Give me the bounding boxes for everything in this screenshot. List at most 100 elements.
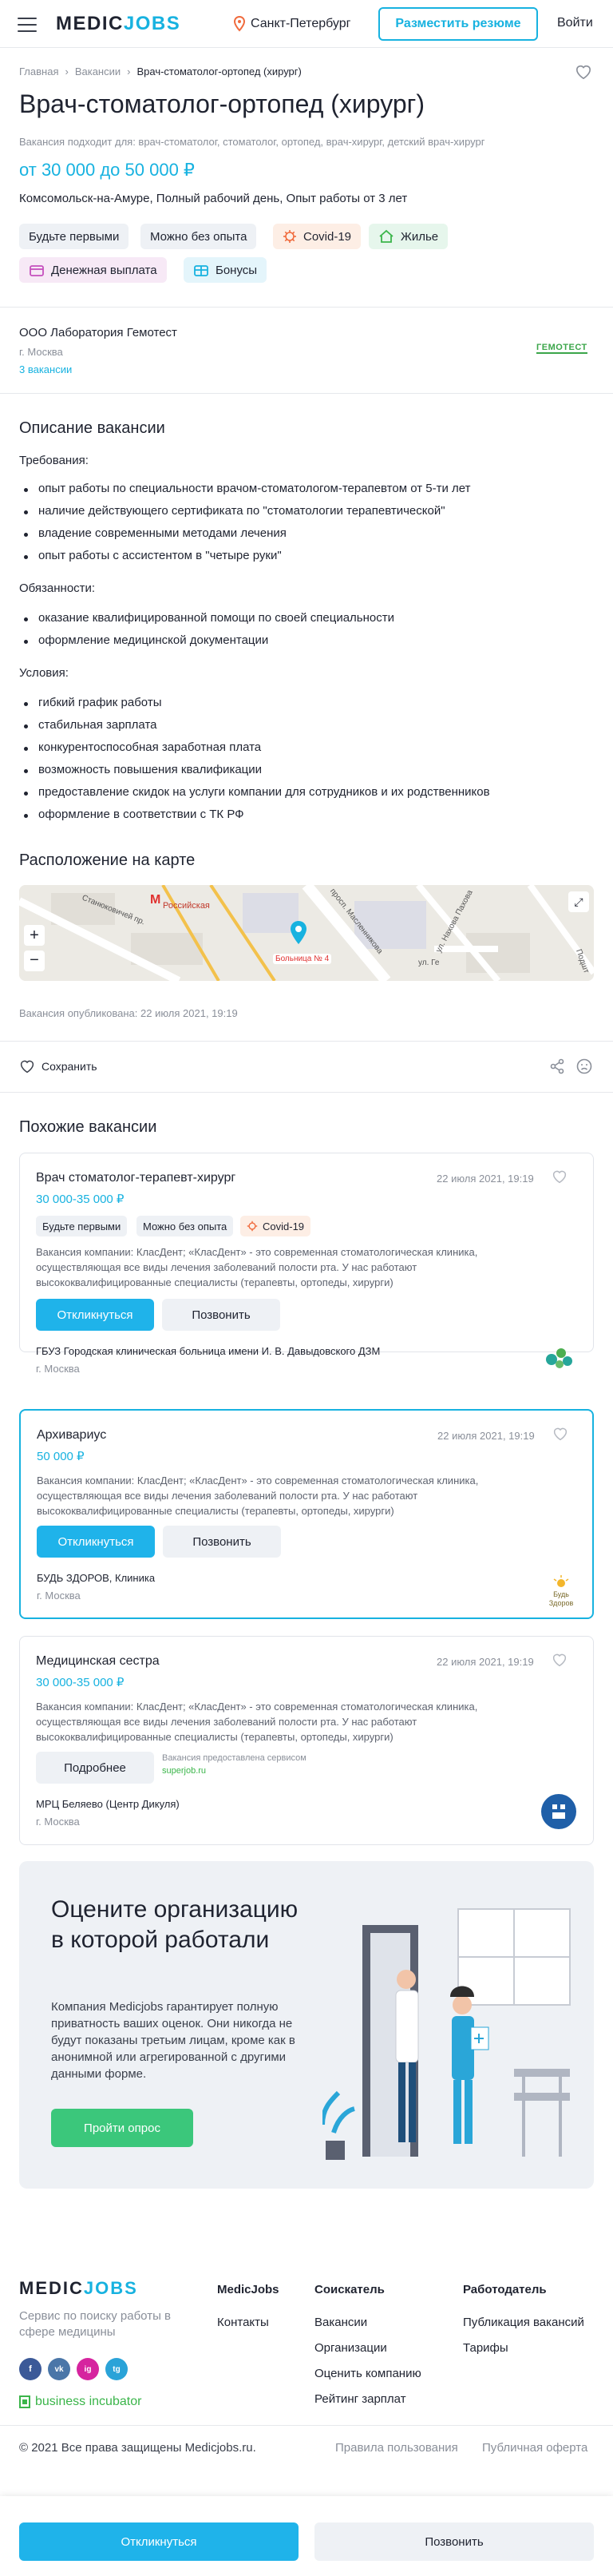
tag-label: Бонусы: [216, 263, 258, 277]
footer-link[interactable]: Контакты: [217, 2315, 279, 2340]
footer-col-employer: Работодатель Публикация вакансий Тарифы: [463, 2283, 584, 2366]
card-city: г. Москва: [36, 1363, 80, 1375]
site-header: MEDICJOBS Санкт-Петербург Разместить рез…: [0, 0, 613, 48]
card-title[interactable]: Архивариус: [37, 1428, 106, 1443]
breadcrumb-home[interactable]: Главная: [19, 65, 58, 77]
vacancy-card[interactable]: Врач стоматолог-терапевт-хирург 22 июля …: [19, 1153, 594, 1375]
breadcrumb-vacancies[interactable]: Вакансии: [75, 65, 121, 77]
footer-logo-part1: MEDIC: [19, 2278, 84, 2298]
card-tag: Будьте первыми: [36, 1216, 128, 1236]
card-description: Вакансия компании: КласДент; «КласДент» …: [36, 1246, 478, 1288]
footer-logo[interactable]: MEDICJOBS: [19, 2278, 138, 2299]
company-vacancies-link[interactable]: 3 вакансии: [19, 363, 72, 375]
heart-icon[interactable]: [575, 64, 592, 80]
logo-part1: MEDIC: [56, 13, 124, 34]
footer-col-medicjobs: MedicJobs Контакты: [217, 2283, 279, 2340]
card-salary: 50 000 ₽: [37, 1450, 85, 1463]
divider: [0, 307, 613, 308]
heart-icon[interactable]: [552, 1169, 568, 1184]
promo-text: Компания Medicjobs гарантирует полную пр…: [51, 2000, 295, 2081]
vacancy-card[interactable]: Архивариус 22 июля 2021, 19:19 50 000 ₽ …: [19, 1409, 594, 1619]
city-selector[interactable]: Санкт-Петербург: [233, 16, 350, 32]
footer-link[interactable]: Организации: [314, 2340, 421, 2366]
card-date: 22 июля 2021, 19:19: [437, 1656, 534, 1668]
footer-col-title: Работодатель: [463, 2283, 547, 2296]
card-org[interactable]: БУДЬ ЗДОРОВ, Клиника: [37, 1572, 155, 1584]
footer-link[interactable]: Публикация вакансий: [463, 2315, 584, 2340]
org-logo-text: Будь Здоров: [548, 1590, 574, 1607]
city-name: Санкт-Петербург: [251, 17, 351, 30]
tag-label: Можно без опыта: [150, 229, 247, 244]
gift-icon: [194, 265, 208, 276]
apply-button[interactable]: Откликнуться: [36, 1299, 154, 1331]
business-incubator-link[interactable]: business incubator: [19, 2395, 141, 2409]
footer-link[interactable]: Оценить компанию: [314, 2366, 421, 2391]
call-button[interactable]: Позвонить: [163, 1526, 281, 1558]
heart-icon[interactable]: [552, 1653, 568, 1667]
provider-link[interactable]: superjob.ru: [162, 1766, 206, 1776]
conditions-list: гибкий график работы стабильная зарплата…: [22, 692, 490, 826]
map-pin-icon[interactable]: [289, 920, 308, 946]
card-org[interactable]: МРЦ Беляево (Центр Дикуля): [36, 1798, 180, 1810]
promo-title: Оцените организацию в которой работали: [51, 1896, 299, 1953]
card-date: 22 июля 2021, 19:19: [437, 1173, 534, 1185]
company-name[interactable]: ООО Лаборатория Гемотест: [19, 326, 177, 339]
tag-cash-payment: Денежная выплата: [19, 257, 167, 283]
published-date: Вакансия опубликована: 22 июля 2021, 19:…: [19, 1007, 238, 1019]
location-pin-icon: [233, 16, 246, 32]
tag-label: Будьте первыми: [42, 1220, 121, 1232]
terms-link[interactable]: Правила пользования: [335, 2441, 458, 2455]
list-item: оформление медицинской документации: [22, 629, 394, 652]
call-button[interactable]: Позвонить: [162, 1299, 280, 1331]
card-tag: Можно без опыта: [136, 1216, 234, 1236]
instagram-icon[interactable]: ig: [77, 2358, 99, 2380]
login-link[interactable]: Войти: [557, 16, 593, 30]
more-button[interactable]: Подробнее: [36, 1752, 154, 1784]
vacancy-conditions: Комсомольск-на-Амуре, Полный рабочий ден…: [19, 192, 408, 205]
apply-button[interactable]: Откликнуться: [19, 2522, 299, 2561]
zoom-in-button[interactable]: +: [24, 925, 45, 946]
vk-icon[interactable]: vk: [48, 2358, 70, 2380]
post-resume-button[interactable]: Разместить резюме: [378, 7, 538, 41]
share-icon[interactable]: [549, 1058, 565, 1074]
fullscreen-icon[interactable]: ⤢: [568, 891, 589, 912]
telegram-icon[interactable]: tg: [105, 2358, 128, 2380]
card-salary: 30 000-35 000 ₽: [36, 1193, 125, 1206]
logo[interactable]: MEDICJOBS: [56, 13, 180, 35]
card-description: Вакансия компании: КласДент; «КласДент» …: [36, 1701, 478, 1743]
offer-link[interactable]: Публичная оферта: [482, 2441, 587, 2455]
footer-link[interactable]: Тарифы: [463, 2340, 584, 2366]
vacancy-suits: Вакансия подходит для: врач-стоматолог, …: [19, 136, 485, 148]
menu-icon[interactable]: [18, 18, 37, 32]
take-survey-button[interactable]: Пройти опрос: [51, 2109, 193, 2147]
doctors-illustration: [322, 1908, 571, 2160]
facebook-icon[interactable]: f: [19, 2358, 42, 2380]
zoom-out-button[interactable]: −: [24, 951, 45, 971]
breadcrumb-current: Врач-стоматолог-ортопед (хирург): [136, 65, 302, 77]
save-label: Сохранить: [42, 1060, 97, 1073]
card-title[interactable]: Врач стоматолог-терапевт-хирург: [36, 1171, 235, 1185]
card-title[interactable]: Медицинская сестра: [36, 1654, 160, 1669]
save-button[interactable]: Сохранить: [19, 1059, 97, 1074]
copyright: © 2021 Все права защищены Medicjobs.ru.: [19, 2441, 256, 2455]
call-button[interactable]: Позвонить: [314, 2522, 594, 2561]
map[interactable]: M Российская Станюковичей пр. просп. Мас…: [19, 885, 594, 981]
chevron-right-icon: ›: [127, 65, 131, 77]
tag-label: Covid-19: [303, 229, 352, 244]
card-org[interactable]: ГБУЗ Городская клиническая больница имен…: [36, 1345, 380, 1357]
divider: [0, 393, 613, 394]
vacancy-card[interactable]: Медицинская сестра 22 июля 2021, 19:19 3…: [19, 1636, 594, 1845]
apply-button[interactable]: Откликнуться: [37, 1526, 155, 1558]
footer-link[interactable]: Вакансии: [314, 2315, 421, 2340]
list-item: предоставление скидок на услуги компании…: [22, 781, 490, 804]
heart-icon[interactable]: [552, 1427, 568, 1441]
tag-housing: Жилье: [369, 224, 449, 249]
footer-logo-part2: JOBS: [83, 2278, 138, 2298]
footer-link[interactable]: Рейтинг зарплат: [314, 2391, 421, 2417]
logo-part2: JOBS: [123, 13, 181, 34]
sad-face-icon[interactable]: [576, 1058, 592, 1074]
similar-title: Похожие вакансии: [19, 1118, 157, 1136]
map-marker-label: Больница № 4: [273, 954, 332, 964]
tag-label: Жилье: [401, 229, 439, 244]
card-date: 22 июля 2021, 19:19: [437, 1430, 535, 1442]
